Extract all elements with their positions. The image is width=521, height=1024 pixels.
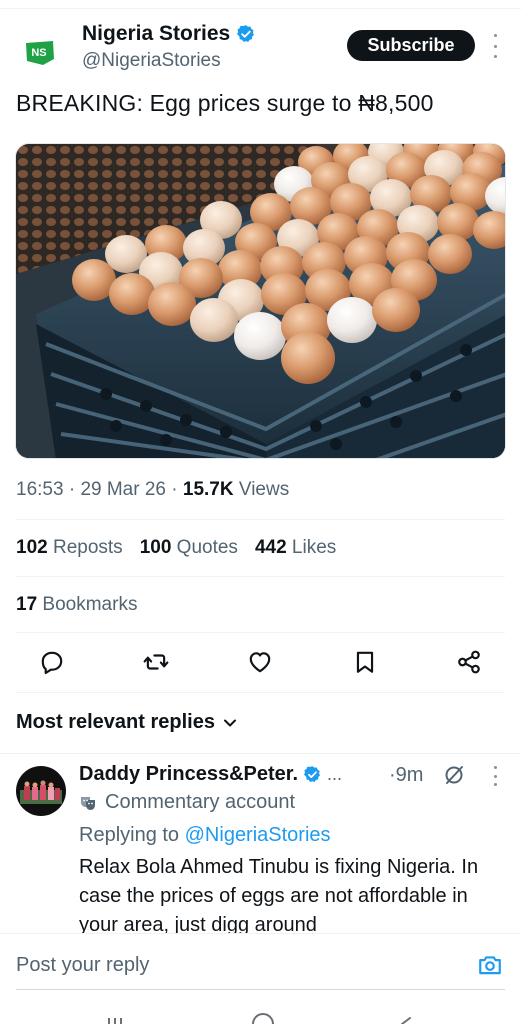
reply-time[interactable]: ·9m xyxy=(389,764,423,787)
divider xyxy=(16,519,505,520)
theater-masks-icon xyxy=(81,796,95,810)
reply-icon xyxy=(41,651,63,675)
share-icon xyxy=(458,650,480,674)
post-image[interactable] xyxy=(15,143,506,459)
replying-to-label: Replying to xyxy=(79,824,180,846)
grok-icon[interactable] xyxy=(442,763,466,787)
reply-avatar-photo xyxy=(16,766,66,816)
likes-stat[interactable]: 442 Likes xyxy=(255,537,336,559)
nigeria-stories-logo-icon: NS xyxy=(26,41,54,65)
author-name[interactable]: Nigeria Stories xyxy=(82,22,256,46)
bookmark-icon xyxy=(356,651,374,673)
author-handle[interactable]: @NigeriaStories xyxy=(82,50,221,72)
bookmarks-stat[interactable]: 17 Bookmarks xyxy=(16,594,137,616)
reply-author-name[interactable]: Daddy Princess&Peter. xyxy=(79,763,298,786)
egg-trays-photo xyxy=(16,144,505,458)
home-icon[interactable] xyxy=(252,1013,274,1024)
back-icon[interactable] xyxy=(401,1017,411,1024)
reply-text: Relax Bola Ahmed Tinubu is fixing Nigeri… xyxy=(79,856,479,933)
system-navigation-bar xyxy=(108,1013,411,1024)
post-stats: 102 Reposts 100 Quotes 442 Likes xyxy=(16,537,336,559)
reply-more-options-icon[interactable] xyxy=(488,766,502,786)
bookmark-button[interactable] xyxy=(351,648,379,676)
reply-avatar[interactable] xyxy=(16,766,66,816)
reply-input-underline xyxy=(16,989,505,990)
recent-apps-icon[interactable] xyxy=(108,1018,122,1024)
reposts-stat[interactable]: 102 Reposts xyxy=(16,537,123,559)
replying-to: Replying to @NigeriaStories xyxy=(79,824,331,847)
views-label: Views xyxy=(238,479,290,500)
reply-button[interactable] xyxy=(38,648,66,676)
divider xyxy=(16,632,505,633)
bookmarks-label: Bookmarks xyxy=(42,594,138,615)
post-time: 16:53 xyxy=(16,479,64,500)
name-truncation: ... xyxy=(327,764,343,784)
divider xyxy=(16,576,505,577)
post-date: 29 Mar 26 xyxy=(80,479,166,500)
divider xyxy=(16,692,505,693)
like-icon xyxy=(249,652,271,673)
repost-button[interactable] xyxy=(142,648,170,676)
replies-sort-dropdown[interactable]: Most relevant replies xyxy=(16,711,237,734)
replies-sort-label: Most relevant replies xyxy=(16,711,215,733)
chevron-down-icon xyxy=(223,719,236,726)
verified-badge-icon xyxy=(304,766,321,783)
bookmarks-count: 17 xyxy=(16,594,38,615)
author-name-text[interactable]: Nigeria Stories xyxy=(82,22,230,46)
post-meta: 16:53 · 29 Mar 26 · 15.7K Views xyxy=(16,479,290,500)
more-options-icon[interactable] xyxy=(488,34,502,58)
like-button[interactable] xyxy=(246,648,274,676)
reposts-count: 102 xyxy=(16,537,48,558)
reply-author[interactable]: Daddy Princess&Peter. ... xyxy=(79,763,342,786)
verified-badge-icon xyxy=(237,25,255,42)
author-avatar[interactable]: NS xyxy=(16,28,64,76)
subscribe-button[interactable]: Subscribe xyxy=(347,30,475,61)
share-button[interactable] xyxy=(455,648,483,676)
top-divider xyxy=(0,8,521,9)
replying-to-handle[interactable]: @NigeriaStories xyxy=(185,824,331,846)
camera-icon[interactable] xyxy=(477,952,503,978)
reposts-label: Reposts xyxy=(52,537,123,558)
quotes-count: 100 xyxy=(139,537,172,558)
quotes-label: Quotes xyxy=(176,537,238,558)
post-text: BREAKING: Egg prices surge to ₦8,500 xyxy=(16,90,434,116)
commentary-text: Commentary account xyxy=(105,791,296,813)
quotes-stat[interactable]: 100 Quotes xyxy=(140,537,238,559)
divider xyxy=(0,753,521,754)
repost-icon xyxy=(143,654,169,670)
svg-text:NS: NS xyxy=(31,47,46,59)
likes-count: 442 xyxy=(254,537,287,558)
likes-label: Likes xyxy=(291,537,337,558)
commentary-label: Commentary account xyxy=(79,791,295,814)
reply-input[interactable]: Post your reply xyxy=(16,954,149,977)
views-count: 15.7K xyxy=(182,479,234,500)
